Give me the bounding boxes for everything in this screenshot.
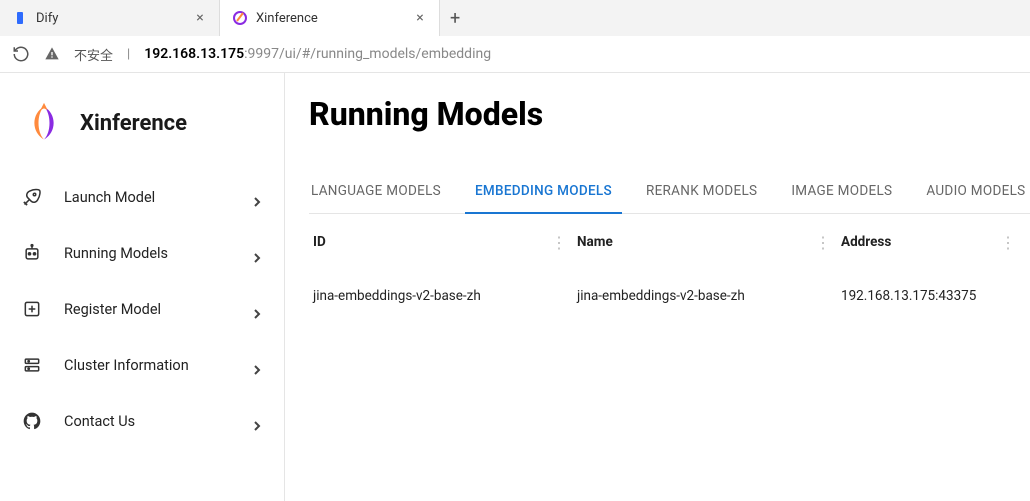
chevron-right-icon — [252, 192, 262, 202]
reload-icon[interactable] — [12, 45, 30, 63]
sidebar-item-launch-model[interactable]: Launch Model — [0, 169, 284, 225]
address-bar: 不安全 | 192.168.13.175:9997/ui/#/running_m… — [0, 36, 1030, 72]
cell-id: jina-embeddings-v2-base-zh — [313, 288, 551, 304]
cell-address: 192.168.13.175:43375 — [841, 288, 1000, 304]
brand: Xinference — [0, 93, 284, 169]
brand-name: Xinference — [80, 111, 187, 136]
robot-icon — [22, 243, 42, 263]
column-header-name: Name — [577, 234, 613, 250]
new-tab-button[interactable]: + — [440, 8, 470, 29]
close-icon[interactable]: × — [193, 11, 207, 25]
url-path: /ui/#/running_models/embedding — [279, 46, 491, 62]
tab-image-models[interactable]: IMAGE MODELS — [789, 173, 894, 213]
tab-title: Dify — [36, 11, 185, 26]
chevron-right-icon — [252, 248, 262, 258]
sidebar-item-label: Launch Model — [64, 189, 230, 206]
sidebar-item-label: Cluster Information — [64, 357, 230, 374]
table-header: ID ⋮ Name ⋮ Address ⋮ — [309, 214, 1030, 270]
tab-audio-models[interactable]: AUDIO MODELS — [924, 173, 1027, 213]
column-menu-icon[interactable]: ⋮ — [815, 233, 841, 252]
model-type-tabs: LANGUAGE MODELS EMBEDDING MODELS RERANK … — [309, 173, 1030, 214]
models-table: ID ⋮ Name ⋮ Address ⋮ jina-embeddings-v2… — [309, 214, 1030, 321]
chevron-right-icon — [252, 304, 262, 314]
plus-square-icon — [22, 299, 42, 319]
sidebar-item-running-models[interactable]: Running Models — [0, 225, 284, 281]
chevron-right-icon — [252, 360, 262, 370]
sidebar-item-label: Contact Us — [64, 413, 230, 430]
sidebar: Xinference Launch Model Running Models — [0, 73, 285, 501]
brand-logo-icon — [22, 101, 66, 145]
page-title: Running Models — [309, 95, 1030, 133]
cell-name: jina-embeddings-v2-base-zh — [577, 288, 815, 304]
main-content: Running Models LANGUAGE MODELS EMBEDDING… — [285, 73, 1030, 501]
server-icon — [22, 355, 42, 375]
column-header-id: ID — [313, 234, 326, 250]
url-host: 192.168.13.175 — [144, 46, 244, 62]
tab-embedding-models[interactable]: EMBEDDING MODELS — [473, 173, 614, 213]
url-separator: | — [127, 47, 130, 62]
column-header-address: Address — [841, 234, 891, 250]
github-icon — [22, 411, 42, 431]
tab-rerank-models[interactable]: RERANK MODELS — [644, 173, 759, 213]
sidebar-item-cluster-information[interactable]: Cluster Information — [0, 337, 284, 393]
sidebar-item-contact-us[interactable]: Contact Us — [0, 393, 284, 449]
url-port: :9997 — [244, 46, 279, 62]
column-menu-icon[interactable]: ⋮ — [551, 233, 577, 252]
sidebar-item-register-model[interactable]: Register Model — [0, 281, 284, 337]
table-row[interactable]: jina-embeddings-v2-base-zh ⋮ jina-embedd… — [309, 270, 1030, 321]
sidebar-item-label: Running Models — [64, 245, 230, 262]
security-status: 不安全 — [74, 45, 113, 64]
tab-title: Xinference — [256, 11, 405, 26]
app-body: Xinference Launch Model Running Models — [0, 73, 1030, 501]
column-menu-icon[interactable]: ⋮ — [1000, 233, 1026, 252]
tab-favicon-icon — [12, 10, 28, 26]
chevron-right-icon — [252, 416, 262, 426]
warning-triangle-icon — [44, 46, 60, 62]
close-icon[interactable]: × — [413, 11, 427, 25]
sidebar-menu: Launch Model Running Models Register Mod… — [0, 169, 284, 449]
rocket-icon — [22, 187, 42, 207]
browser-tab-xinference[interactable]: Xinference × — [220, 0, 440, 36]
sidebar-item-label: Register Model — [64, 301, 230, 318]
browser-chrome: Dify × Xinference × + 不安全 | 192.168.13.1… — [0, 0, 1030, 73]
tab-favicon-icon — [232, 10, 248, 26]
browser-tab-dify[interactable]: Dify × — [0, 0, 220, 36]
tab-language-models[interactable]: LANGUAGE MODELS — [309, 173, 443, 213]
url-display[interactable]: 192.168.13.175:9997/ui/#/running_models/… — [144, 46, 491, 62]
tab-strip: Dify × Xinference × + — [0, 0, 1030, 36]
